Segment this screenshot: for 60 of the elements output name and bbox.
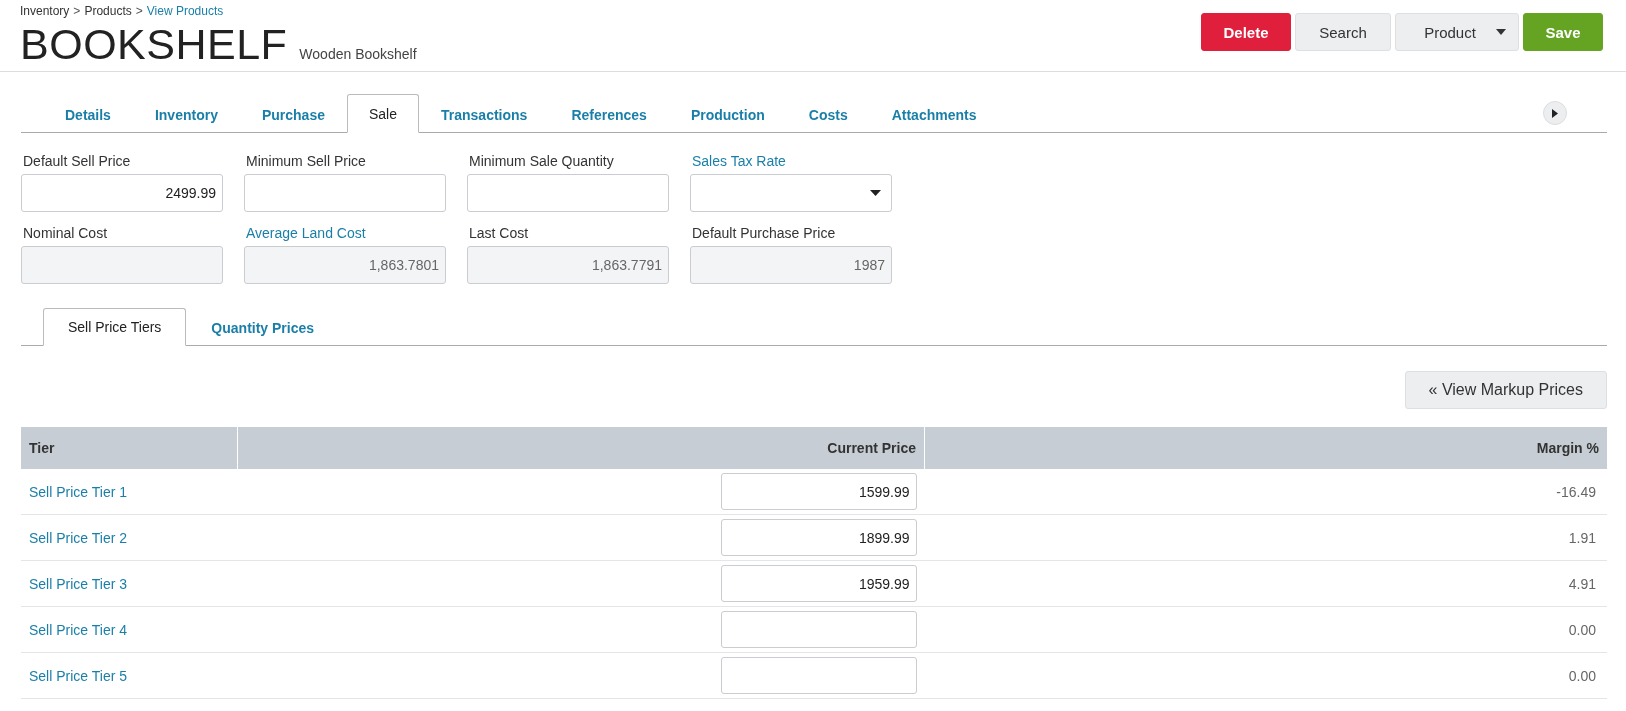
caret-icon bbox=[870, 190, 881, 196]
price-input[interactable]: 1899.99 bbox=[720, 519, 917, 556]
input-field[interactable] bbox=[467, 174, 669, 212]
margin-cell: 4.91 bbox=[924, 560, 1607, 607]
tab[interactable]: Production bbox=[668, 95, 787, 133]
tab[interactable]: Sell Price Tiers bbox=[43, 308, 187, 346]
action-button[interactable]: Search bbox=[1295, 13, 1391, 51]
field-label: Minimum Sale Quantity bbox=[468, 153, 614, 169]
margin-cell: 0.00 bbox=[924, 652, 1607, 699]
tab[interactable]: Transactions bbox=[419, 95, 550, 133]
tier-link[interactable]: Sell Price Tier 2 bbox=[29, 529, 128, 546]
field-label-link[interactable]: Sales Tax Rate bbox=[690, 153, 786, 169]
margin-cell: -16.49 bbox=[924, 469, 1607, 515]
field-label: Nominal Cost bbox=[22, 225, 108, 241]
field-label: Default Purchase Price bbox=[691, 225, 836, 241]
tier-link[interactable]: Sell Price Tier 5 bbox=[29, 667, 128, 684]
margin-cell: 1.91 bbox=[924, 514, 1607, 561]
tab[interactable]: Attachments bbox=[869, 95, 999, 133]
page-subtitle: Wooden Bookshelf bbox=[299, 46, 417, 62]
tab[interactable]: Purchase bbox=[239, 95, 347, 133]
tab[interactable]: Costs bbox=[786, 95, 870, 133]
readonly-field: 1987 bbox=[690, 246, 892, 284]
scroll-right-button[interactable] bbox=[1543, 101, 1567, 125]
breadcrumb-item: Products bbox=[84, 4, 132, 18]
tier-link[interactable]: Sell Price Tier 3 bbox=[29, 575, 128, 592]
price-input[interactable] bbox=[720, 657, 917, 694]
play-right-icon bbox=[1552, 108, 1558, 118]
tier-link[interactable]: Sell Price Tier 4 bbox=[29, 621, 128, 638]
breadcrumb-item: Inventory bbox=[20, 4, 70, 18]
input-field[interactable]: 2499.99 bbox=[21, 174, 223, 212]
readonly-field: 1,863.7801 bbox=[244, 246, 446, 284]
field-label: Minimum Sell Price bbox=[245, 153, 366, 169]
column-header: Tier bbox=[21, 427, 238, 469]
page-title: BOOKSHELF bbox=[20, 20, 288, 69]
breadcrumb-separator: > bbox=[135, 4, 143, 18]
field-label: Default Sell Price bbox=[22, 153, 131, 169]
column-header: Margin % bbox=[924, 427, 1607, 469]
tab[interactable]: Details bbox=[43, 95, 133, 133]
caret-icon bbox=[1495, 29, 1506, 35]
price-input[interactable]: 1599.99 bbox=[720, 473, 917, 510]
margin-cell: 0.00 bbox=[924, 606, 1607, 653]
input-field[interactable] bbox=[244, 174, 446, 212]
price-input[interactable] bbox=[720, 611, 917, 648]
readonly-field: 1,863.7791 bbox=[467, 246, 669, 284]
view-markup-prices-button[interactable]: « View Markup Prices bbox=[1404, 371, 1607, 409]
tab[interactable]: Quantity Prices bbox=[186, 308, 340, 346]
dropdown-button[interactable]: Product bbox=[1395, 13, 1519, 51]
column-header: Current Price bbox=[237, 427, 925, 469]
field-label-link[interactable]: Average Land Cost bbox=[244, 225, 366, 241]
tab[interactable]: Inventory bbox=[132, 95, 240, 133]
breadcrumb-separator: > bbox=[73, 4, 81, 18]
price-input[interactable]: 1959.99 bbox=[720, 565, 917, 602]
breadcrumb-link[interactable]: View Products bbox=[146, 4, 224, 18]
select-field[interactable] bbox=[690, 174, 892, 212]
field-label: Last Cost bbox=[468, 225, 529, 241]
tab[interactable]: Sale bbox=[347, 94, 419, 133]
tab[interactable]: References bbox=[549, 95, 669, 133]
action-button[interactable]: Save bbox=[1523, 13, 1603, 51]
tier-link[interactable]: Sell Price Tier 1 bbox=[29, 483, 128, 500]
action-button[interactable]: Delete bbox=[1201, 13, 1291, 51]
